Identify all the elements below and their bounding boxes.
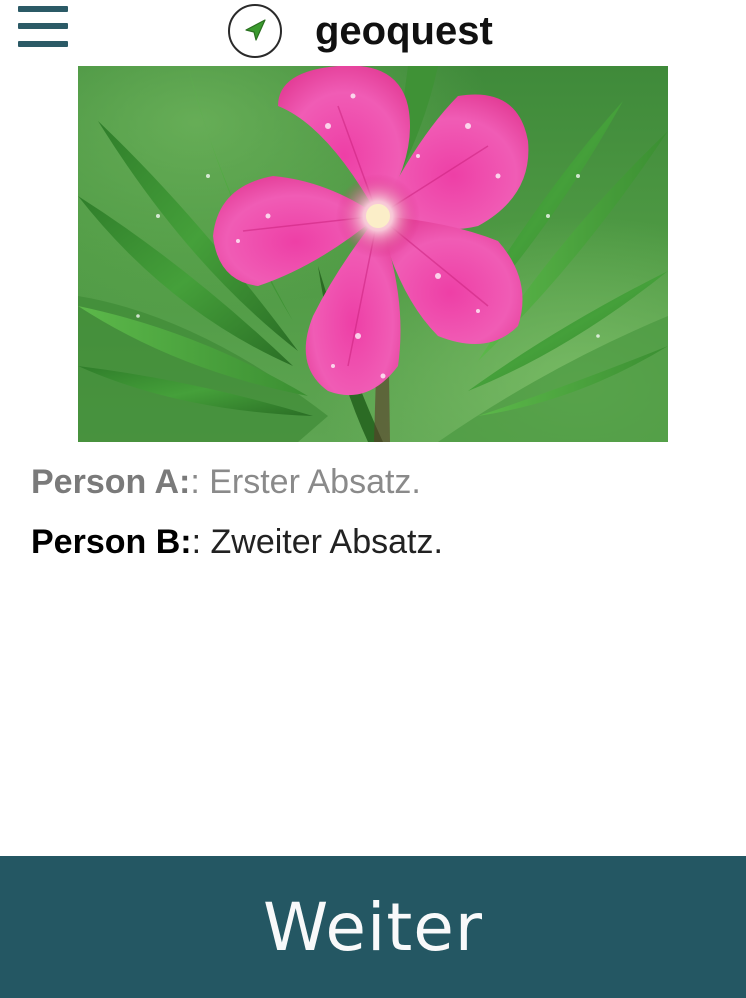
dialog-text: Person A:: Erster Absatz. Person B:: Zwe… [31, 452, 711, 572]
speaker-name: Person B: [31, 523, 192, 561]
brand: geoquest [227, 2, 493, 60]
flower-image [78, 66, 668, 442]
hamburger-menu-icon[interactable] [16, 4, 70, 52]
navigation-arrow-icon [228, 4, 282, 58]
separator: : [191, 523, 211, 561]
header-bar: geoquest [0, 0, 746, 62]
app-name: geoquest [315, 9, 493, 53]
next-button[interactable]: Weiter [0, 856, 746, 998]
dialog-line-person-b: Person B:: Zweiter Absatz. [31, 512, 711, 572]
app-screen: geoquest Person A:: Erster Absatz. Perso… [0, 0, 746, 998]
utterance-text: Zweiter Absatz. [210, 523, 443, 561]
next-button-label: Weiter [263, 888, 483, 966]
menu-bar-line [18, 6, 68, 12]
speaker-name: Person A: [31, 463, 191, 501]
menu-bar-line [18, 41, 68, 47]
dialog-line-person-a: Person A:: Erster Absatz. [31, 452, 711, 512]
menu-bar-line [18, 23, 68, 29]
utterance-text: Erster Absatz. [209, 463, 421, 501]
separator: : [190, 463, 210, 501]
